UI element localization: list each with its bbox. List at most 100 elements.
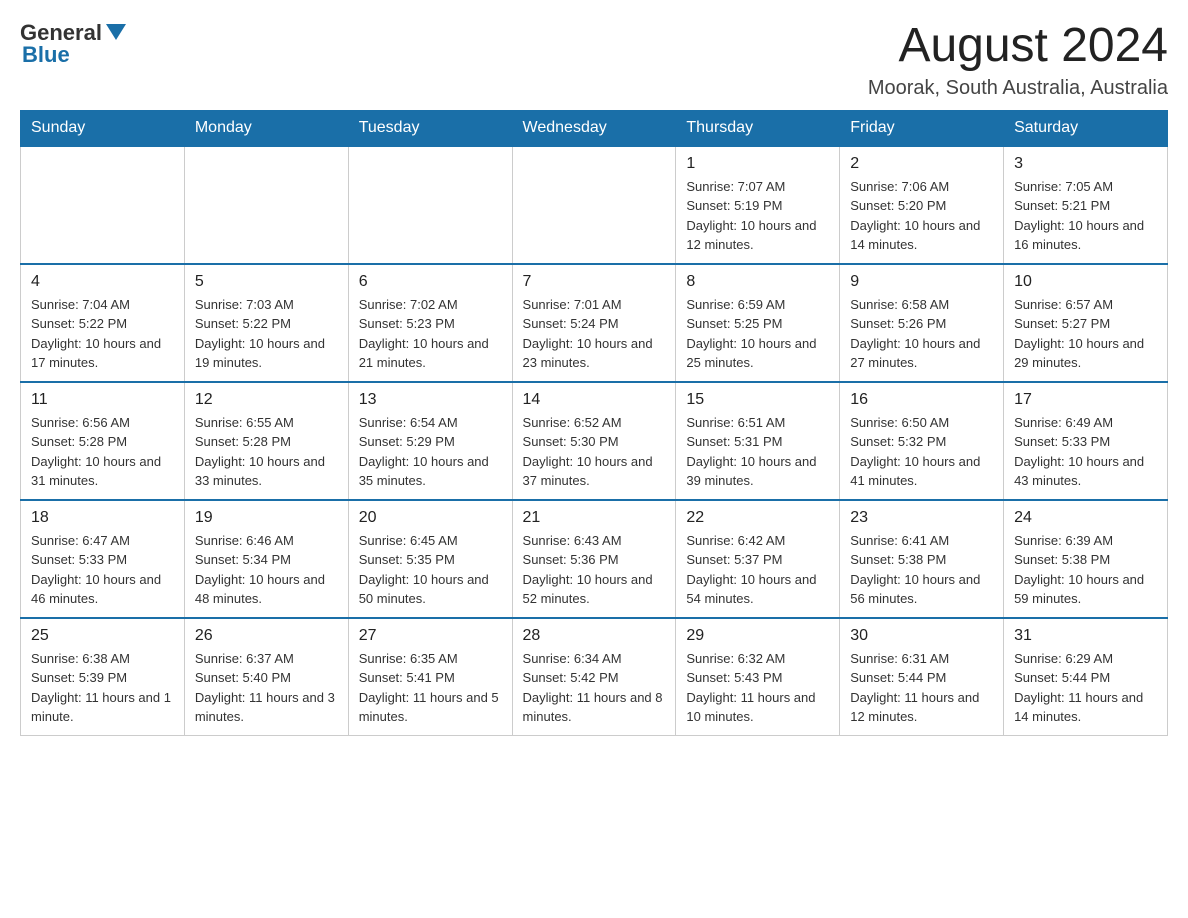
calendar-cell: 11 Sunrise: 6:56 AMSunset: 5:28 PMDayligh… xyxy=(21,382,185,500)
calendar-cell: 15 Sunrise: 6:51 AMSunset: 5:31 PMDayligh… xyxy=(676,382,840,500)
day-number: 27 xyxy=(359,627,502,645)
day-info: Sunrise: 6:42 AMSunset: 5:37 PMDaylight:… xyxy=(686,531,829,609)
day-info: Sunrise: 7:06 AMSunset: 5:20 PMDaylight:… xyxy=(850,177,993,255)
calendar-cell: 12Sunrise: 6:55 AMSunset: 5:28 PMDayligh… xyxy=(184,382,348,500)
day-info: Sunrise: 6:35 AMSunset: 5:41 PMDaylight:… xyxy=(359,649,502,727)
day-number: 13 xyxy=(359,391,502,409)
day-info: Sunrise: 6:52 AMSunset: 5:30 PMDaylight:… xyxy=(523,413,666,491)
calendar-cell: 30 Sunrise: 6:31 AMSunset: 5:44 PMDayligh… xyxy=(840,618,1004,736)
logo: General Blue xyxy=(20,20,126,68)
weekday-header-saturday: Saturday xyxy=(1004,110,1168,146)
calendar-cell: 4 Sunrise: 7:04 AMSunset: 5:22 PMDaylight… xyxy=(21,264,185,382)
day-info: Sunrise: 6:43 AMSunset: 5:36 PMDaylight:… xyxy=(523,531,666,609)
month-title: August 2024 xyxy=(868,20,1168,73)
day-number: 28 xyxy=(523,627,666,645)
weekday-header-thursday: Thursday xyxy=(676,110,840,146)
day-info: Sunrise: 6:37 AMSunset: 5:40 PMDaylight:… xyxy=(195,649,338,727)
weekday-header-friday: Friday xyxy=(840,110,1004,146)
title-area: August 2024 Moorak, South Australia, Aus… xyxy=(868,20,1168,100)
calendar-cell xyxy=(512,146,676,264)
calendar-cell: 26 Sunrise: 6:37 AMSunset: 5:40 PMDayligh… xyxy=(184,618,348,736)
calendar-cell: 6 Sunrise: 7:02 AMSunset: 5:23 PMDaylight… xyxy=(348,264,512,382)
calendar-cell: 23Sunrise: 6:41 AMSunset: 5:38 PMDayligh… xyxy=(840,500,1004,618)
day-info: Sunrise: 6:46 AMSunset: 5:34 PMDaylight:… xyxy=(195,531,338,609)
calendar-cell: 21 Sunrise: 6:43 AMSunset: 5:36 PMDayligh… xyxy=(512,500,676,618)
day-number: 2 xyxy=(850,155,993,173)
day-number: 29 xyxy=(686,627,829,645)
calendar-cell: 3 Sunrise: 7:05 AMSunset: 5:21 PMDaylight… xyxy=(1004,146,1168,264)
day-number: 20 xyxy=(359,509,502,527)
calendar-cell: 29 Sunrise: 6:32 AMSunset: 5:43 PMDayligh… xyxy=(676,618,840,736)
day-number: 26 xyxy=(195,627,338,645)
day-info: Sunrise: 6:51 AMSunset: 5:31 PMDaylight:… xyxy=(686,413,829,491)
day-number: 31 xyxy=(1014,627,1157,645)
day-number: 25 xyxy=(31,627,174,645)
day-info: Sunrise: 7:01 AMSunset: 5:24 PMDaylight:… xyxy=(523,295,666,373)
day-number: 22 xyxy=(686,509,829,527)
calendar-cell xyxy=(21,146,185,264)
calendar-cell: 27 Sunrise: 6:35 AMSunset: 5:41 PMDayligh… xyxy=(348,618,512,736)
day-info: Sunrise: 7:04 AMSunset: 5:22 PMDaylight:… xyxy=(31,295,174,373)
calendar-cell xyxy=(184,146,348,264)
day-info: Sunrise: 7:07 AMSunset: 5:19 PMDaylight:… xyxy=(686,177,829,255)
day-number: 1 xyxy=(686,155,829,173)
day-info: Sunrise: 6:58 AMSunset: 5:26 PMDaylight:… xyxy=(850,295,993,373)
day-info: Sunrise: 6:38 AMSunset: 5:39 PMDaylight:… xyxy=(31,649,174,727)
calendar-cell: 24 Sunrise: 6:39 AMSunset: 5:38 PMDayligh… xyxy=(1004,500,1168,618)
day-info: Sunrise: 6:55 AMSunset: 5:28 PMDaylight:… xyxy=(195,413,338,491)
day-info: Sunrise: 6:56 AMSunset: 5:28 PMDaylight:… xyxy=(31,413,174,491)
calendar-cell: 13 Sunrise: 6:54 AMSunset: 5:29 PMDayligh… xyxy=(348,382,512,500)
day-info: Sunrise: 6:47 AMSunset: 5:33 PMDaylight:… xyxy=(31,531,174,609)
calendar-cell: 16 Sunrise: 6:50 AMSunset: 5:32 PMDayligh… xyxy=(840,382,1004,500)
calendar-cell xyxy=(348,146,512,264)
logo-triangle-icon xyxy=(106,24,126,40)
calendar-cell: 28 Sunrise: 6:34 AMSunset: 5:42 PMDayligh… xyxy=(512,618,676,736)
day-number: 30 xyxy=(850,627,993,645)
day-info: Sunrise: 6:29 AMSunset: 5:44 PMDaylight:… xyxy=(1014,649,1157,727)
day-number: 19 xyxy=(195,509,338,527)
weekday-header-tuesday: Tuesday xyxy=(348,110,512,146)
calendar-cell: 20 Sunrise: 6:45 AMSunset: 5:35 PMDayligh… xyxy=(348,500,512,618)
calendar-cell: 19 Sunrise: 6:46 AMSunset: 5:34 PMDayligh… xyxy=(184,500,348,618)
page-header: General Blue August 2024 Moorak, South A… xyxy=(20,20,1168,100)
day-info: Sunrise: 6:50 AMSunset: 5:32 PMDaylight:… xyxy=(850,413,993,491)
day-info: Sunrise: 6:39 AMSunset: 5:38 PMDaylight:… xyxy=(1014,531,1157,609)
day-number: 17 xyxy=(1014,391,1157,409)
calendar-table: SundayMondayTuesdayWednesdayThursdayFrid… xyxy=(20,110,1168,736)
calendar-week-row: 11 Sunrise: 6:56 AMSunset: 5:28 PMDayligh… xyxy=(21,382,1168,500)
calendar-header-row: SundayMondayTuesdayWednesdayThursdayFrid… xyxy=(21,110,1168,146)
calendar-cell: 5Sunrise: 7:03 AMSunset: 5:22 PMDaylight… xyxy=(184,264,348,382)
calendar-cell: 2 Sunrise: 7:06 AMSunset: 5:20 PMDaylight… xyxy=(840,146,1004,264)
day-number: 18 xyxy=(31,509,174,527)
weekday-header-monday: Monday xyxy=(184,110,348,146)
calendar-cell: 1 Sunrise: 7:07 AMSunset: 5:19 PMDaylight… xyxy=(676,146,840,264)
day-number: 21 xyxy=(523,509,666,527)
day-info: Sunrise: 6:32 AMSunset: 5:43 PMDaylight:… xyxy=(686,649,829,727)
day-number: 3 xyxy=(1014,155,1157,173)
calendar-cell: 22 Sunrise: 6:42 AMSunset: 5:37 PMDayligh… xyxy=(676,500,840,618)
day-info: Sunrise: 7:05 AMSunset: 5:21 PMDaylight:… xyxy=(1014,177,1157,255)
day-number: 15 xyxy=(686,391,829,409)
day-info: Sunrise: 6:49 AMSunset: 5:33 PMDaylight:… xyxy=(1014,413,1157,491)
location-title: Moorak, South Australia, Australia xyxy=(868,77,1168,100)
day-info: Sunrise: 6:59 AMSunset: 5:25 PMDaylight:… xyxy=(686,295,829,373)
weekday-header-sunday: Sunday xyxy=(21,110,185,146)
calendar-week-row: 18 Sunrise: 6:47 AMSunset: 5:33 PMDayligh… xyxy=(21,500,1168,618)
day-info: Sunrise: 7:02 AMSunset: 5:23 PMDaylight:… xyxy=(359,295,502,373)
day-number: 11 xyxy=(31,391,174,409)
day-number: 9 xyxy=(850,273,993,291)
day-number: 24 xyxy=(1014,509,1157,527)
day-number: 6 xyxy=(359,273,502,291)
day-info: Sunrise: 6:31 AMSunset: 5:44 PMDaylight:… xyxy=(850,649,993,727)
day-info: Sunrise: 6:34 AMSunset: 5:42 PMDaylight:… xyxy=(523,649,666,727)
calendar-cell: 31 Sunrise: 6:29 AMSunset: 5:44 PMDayligh… xyxy=(1004,618,1168,736)
day-info: Sunrise: 6:54 AMSunset: 5:29 PMDaylight:… xyxy=(359,413,502,491)
calendar-week-row: 4 Sunrise: 7:04 AMSunset: 5:22 PMDaylight… xyxy=(21,264,1168,382)
day-info: Sunrise: 6:57 AMSunset: 5:27 PMDaylight:… xyxy=(1014,295,1157,373)
day-number: 4 xyxy=(31,273,174,291)
day-info: Sunrise: 6:45 AMSunset: 5:35 PMDaylight:… xyxy=(359,531,502,609)
day-info: Sunrise: 6:41 AMSunset: 5:38 PMDaylight:… xyxy=(850,531,993,609)
calendar-cell: 7Sunrise: 7:01 AMSunset: 5:24 PMDaylight… xyxy=(512,264,676,382)
calendar-cell: 17 Sunrise: 6:49 AMSunset: 5:33 PMDayligh… xyxy=(1004,382,1168,500)
day-number: 16 xyxy=(850,391,993,409)
